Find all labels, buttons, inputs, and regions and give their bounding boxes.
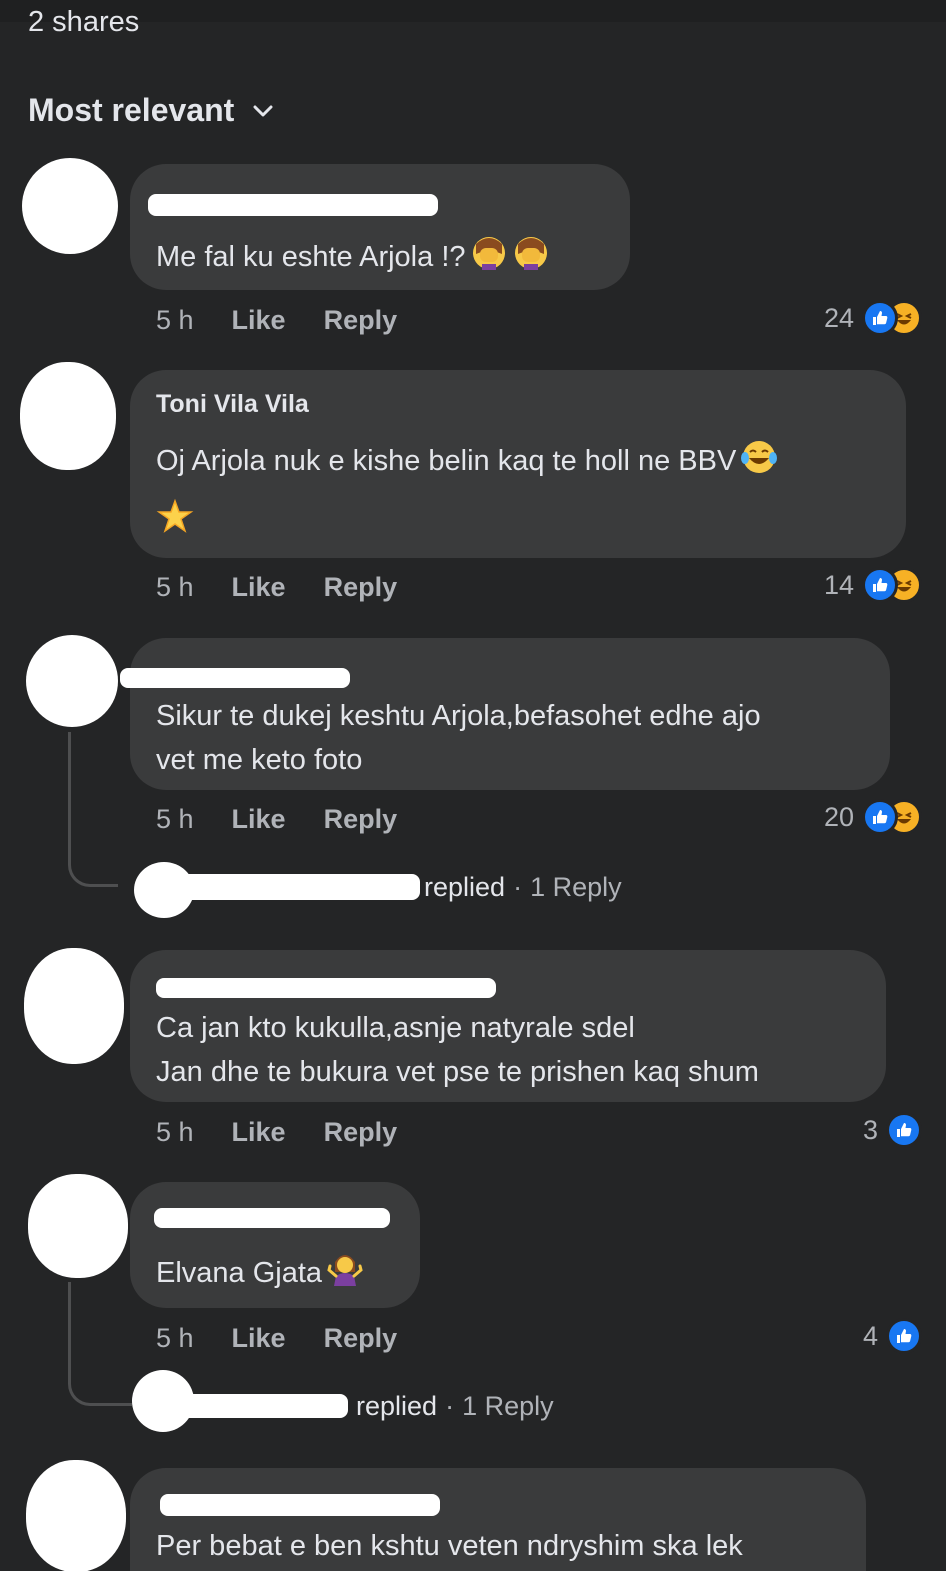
comment-bubble: Toni Vila Vila Oj Arjola nuk e kishe bel… (130, 370, 906, 558)
face-palm-emoji-icon (470, 234, 508, 285)
glowing-star-emoji-icon (156, 498, 194, 549)
avatar[interactable] (28, 1174, 128, 1278)
redacted-author-name (154, 1208, 390, 1228)
separator-dot: · (445, 1391, 455, 1421)
reply-button[interactable]: Reply (324, 572, 398, 603)
reply-button[interactable]: Reply (324, 305, 398, 336)
reaction-count: 14 (823, 569, 854, 600)
reply-button[interactable]: Reply (324, 1117, 398, 1148)
tears-of-joy-emoji-icon (740, 438, 778, 489)
comment-text-content: Me fal ku eshte Arjola !? (156, 241, 466, 273)
shares-count[interactable]: 2 shares (28, 8, 139, 37)
comment-bubble: Sikur te dukej keshtu Arjola,befasohet e… (120, 638, 890, 790)
comment-time[interactable]: 5 h (156, 572, 194, 603)
comment-bubble: Me fal ku eshte Arjola !? (130, 164, 630, 290)
comment-time[interactable]: 5 h (156, 305, 194, 336)
comment-actions: 5 h Like Reply (156, 305, 397, 336)
avatar[interactable] (20, 362, 116, 470)
like-button[interactable]: Like (232, 1323, 286, 1354)
redacted-author-name (120, 668, 350, 688)
like-icon (862, 567, 898, 603)
like-icon (862, 300, 898, 336)
avatar[interactable] (24, 948, 124, 1064)
like-icon (886, 1318, 922, 1354)
top-edge (0, 0, 946, 22)
comment-text-line2: Jan dhe te bukura vet pse te prishen kaq… (156, 1056, 759, 1088)
reaction-summary[interactable]: 14 (824, 567, 922, 603)
comment-time[interactable]: 5 h (156, 804, 194, 835)
comment-text: Elvana Gjata (156, 1250, 364, 1301)
comments-screen: 2 shares Most relevant Me fal ku eshte A… (0, 0, 946, 1571)
comment-text: Oj Arjola nuk e kishe belin kaq te holl … (156, 438, 778, 489)
replied-label: replied (424, 872, 506, 902)
comment-text-content: Elvana Gjata (156, 1257, 323, 1289)
reaction-summary[interactable]: 24 (824, 300, 922, 336)
like-icon (886, 1112, 922, 1148)
reaction-summary[interactable]: 3 (863, 1112, 922, 1148)
like-button[interactable]: Like (232, 804, 286, 835)
comment-actions: 5 h Like Reply (156, 1117, 397, 1148)
comment-text: Per bebat e ben kshtu veten ndryshim ska… (156, 1530, 743, 1562)
reaction-summary[interactable]: 4 (863, 1318, 922, 1354)
reply-count[interactable]: 1 Reply (530, 872, 622, 903)
comment-text-line2: vet me keto foto (156, 744, 363, 776)
comment-text: Sikur te dukej keshtu Arjola,befasohet e… (156, 700, 761, 732)
comment-text-line2 (156, 498, 194, 549)
sort-label: Most relevant (28, 92, 235, 128)
comment-actions: 5 h Like Reply (156, 804, 397, 835)
reaction-summary[interactable]: 20 (824, 799, 922, 835)
reply-count[interactable]: 1 Reply (462, 1391, 554, 1422)
sort-dropdown[interactable]: Most relevant (28, 92, 274, 129)
reaction-count: 20 (823, 801, 854, 832)
like-button[interactable]: Like (232, 572, 286, 603)
redacted-author-name (148, 194, 438, 216)
view-replies-link[interactable]: replied · 1 Reply (356, 1391, 554, 1422)
like-button[interactable]: Like (232, 305, 286, 336)
comment-author[interactable]: Toni Vila Vila (156, 390, 309, 419)
redacted-author-name (160, 1494, 440, 1516)
like-icon (862, 799, 898, 835)
reaction-count: 3 (862, 1114, 878, 1145)
comment-actions: 5 h Like Reply (156, 1323, 397, 1354)
reaction-count: 4 (862, 1320, 878, 1351)
reply-button[interactable]: Reply (324, 1323, 398, 1354)
comment-text: Ca jan kto kukulla,asnje natyrale sdel (156, 1012, 635, 1044)
reaction-count: 24 (823, 302, 854, 333)
comment-bubble: Elvana Gjata (130, 1182, 420, 1308)
replied-label: replied (356, 1391, 438, 1421)
avatar[interactable] (26, 1460, 126, 1571)
comment-text: Me fal ku eshte Arjola !? (156, 234, 550, 285)
avatar[interactable] (22, 158, 118, 254)
separator-dot: · (513, 872, 523, 902)
view-replies-link[interactable]: replied · 1 Reply (424, 872, 622, 903)
comment-time[interactable]: 5 h (156, 1117, 194, 1148)
comment-bubble: Per bebat e ben kshtu veten ndryshim ska… (130, 1468, 866, 1571)
reply-thread-line (68, 1282, 132, 1406)
avatar[interactable] (26, 635, 118, 727)
reply-button[interactable]: Reply (324, 804, 398, 835)
redacted-replier-name (180, 1394, 348, 1418)
person-shrugging-emoji-icon (326, 1250, 364, 1301)
reply-thread-line (68, 732, 118, 887)
redacted-replier-name (180, 874, 420, 900)
like-button[interactable]: Like (232, 1117, 286, 1148)
chevron-down-icon (252, 104, 274, 118)
redacted-author-name (156, 978, 496, 998)
comment-time[interactable]: 5 h (156, 1323, 194, 1354)
face-palm-emoji-icon (512, 234, 550, 285)
comment-text-content: Oj Arjola nuk e kishe belin kaq te holl … (156, 445, 737, 477)
comment-actions: 5 h Like Reply (156, 572, 397, 603)
comment-bubble: Ca jan kto kukulla,asnje natyrale sdel J… (130, 950, 886, 1102)
